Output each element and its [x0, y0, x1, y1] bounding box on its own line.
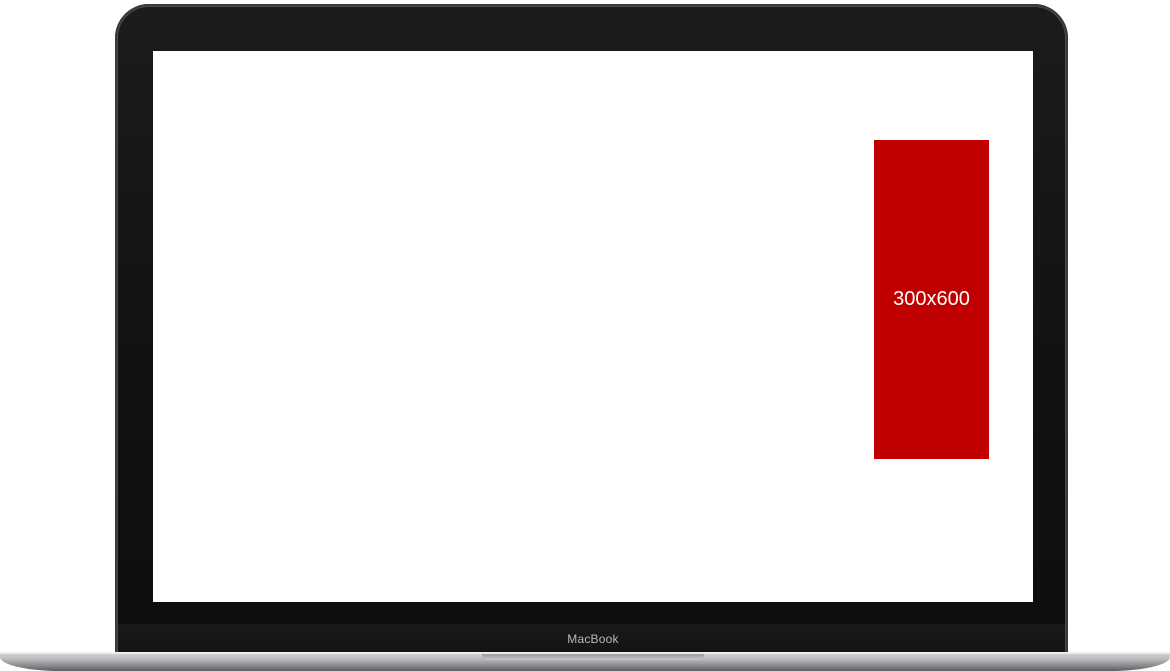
ad-placeholder-300x600[interactable]: 300x600 — [874, 140, 989, 459]
laptop-mockup: 300x600 MacBook — [0, 0, 1170, 671]
ad-size-label: 300x600 — [893, 288, 970, 310]
laptop-opening-notch — [482, 654, 704, 660]
device-brand-label: MacBook — [567, 632, 619, 646]
